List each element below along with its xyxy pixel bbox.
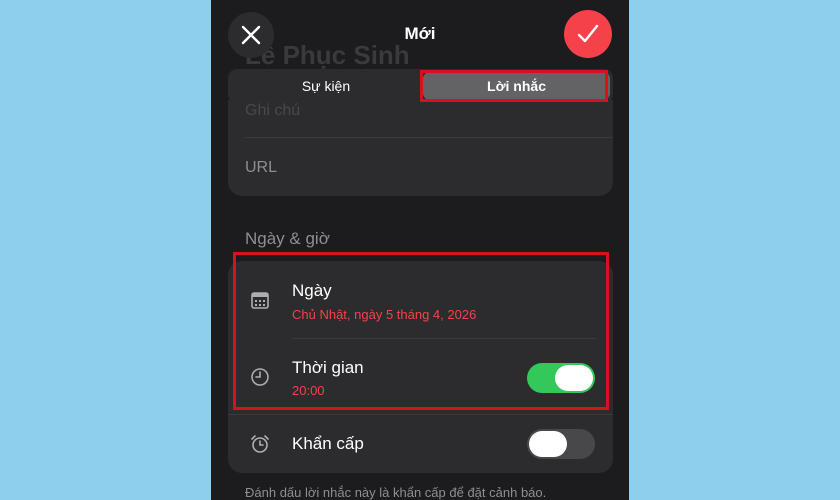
divider [245, 137, 613, 138]
urgent-label[interactable]: Khẩn cấp [292, 434, 364, 454]
done-button[interactable] [564, 10, 612, 58]
footer-hint: Đánh dấu lời nhắc này là khẩn cấp để đặt… [245, 485, 547, 500]
toggle-knob [529, 431, 567, 457]
phone-screen: Lễ Phục Sinh Mới Ghi chú URL Sự kiện Lời… [211, 0, 629, 500]
url-field[interactable]: URL [245, 159, 277, 177]
segment-event[interactable]: Sự kiện [231, 72, 421, 100]
checkmark-icon [577, 24, 599, 43]
date-time-section-label: Ngày & giờ [245, 229, 330, 248]
alarm-icon [251, 435, 269, 453]
note-field[interactable]: Ghi chú [245, 102, 300, 120]
divider [228, 414, 613, 415]
details-card: Ghi chú URL [228, 100, 613, 196]
highlight-box-date-time [233, 252, 609, 410]
highlight-box-reminder [420, 70, 608, 102]
urgent-toggle[interactable] [527, 429, 595, 459]
